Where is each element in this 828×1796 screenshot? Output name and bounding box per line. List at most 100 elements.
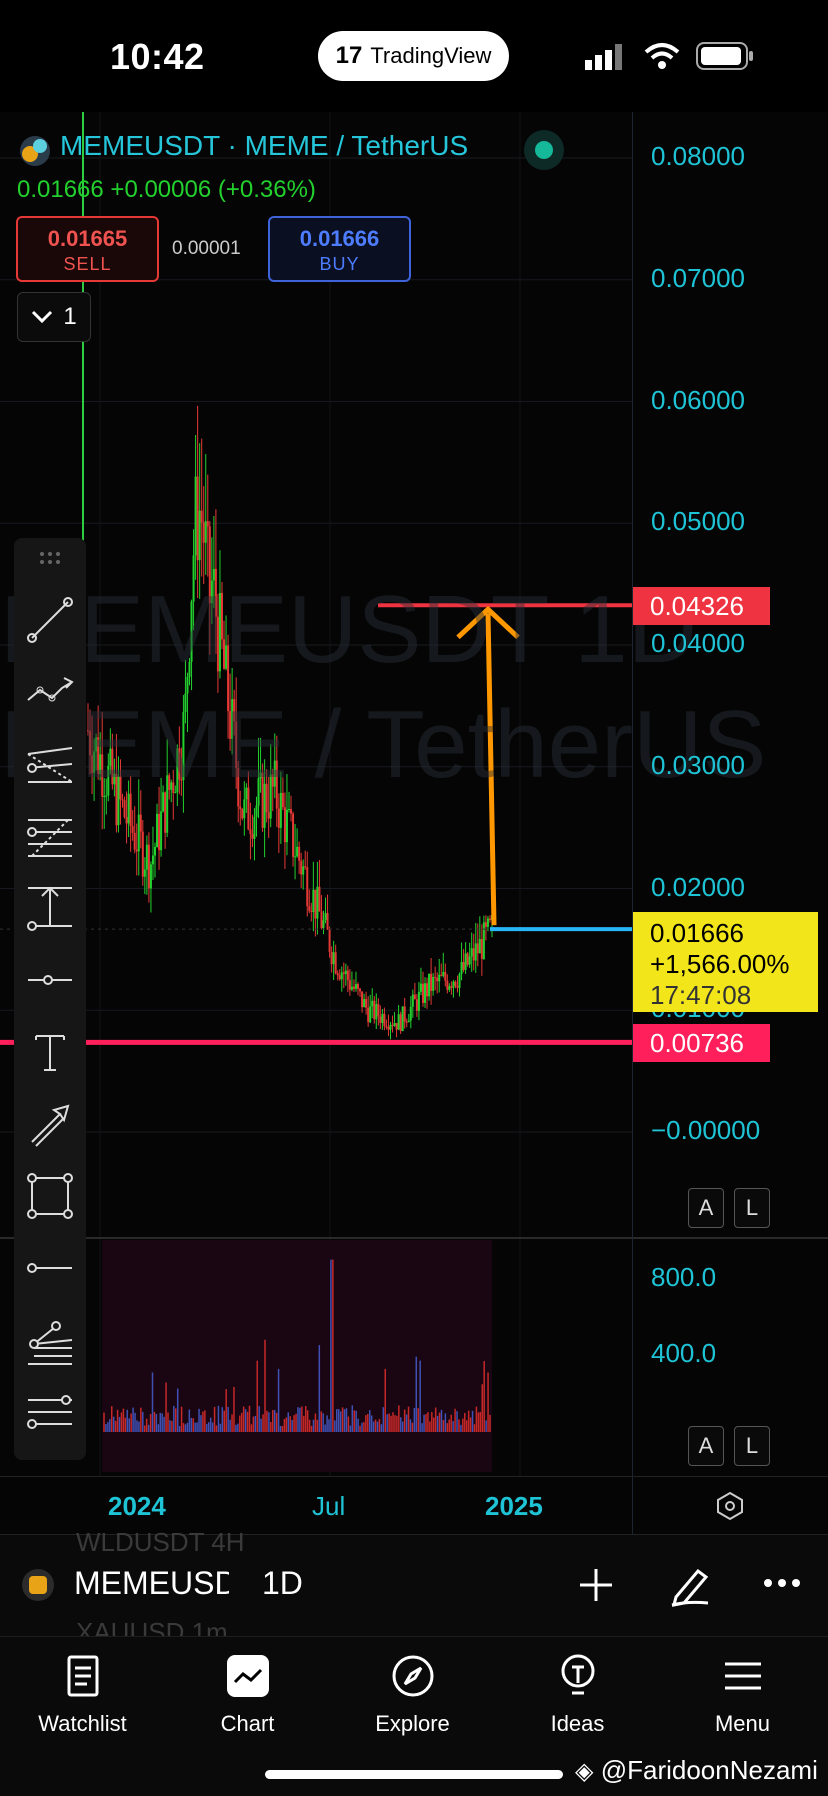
candle [472, 933, 475, 971]
cellular-signal-icon [585, 44, 625, 75]
volume-auto-scale-button[interactable]: A [688, 1426, 724, 1466]
current-symbol[interactable]: MEMEUSD [74, 1565, 229, 1602]
symbol-bar[interactable]: WLDUSDT 4H MEMEUSD 1D XAUUSD 1m [0, 1527, 828, 1647]
candle-body [326, 913, 329, 930]
candle-body [476, 943, 479, 954]
candle [407, 1013, 410, 1023]
candle [312, 861, 315, 932]
candle [424, 977, 427, 1008]
candle-body [196, 476, 199, 561]
candle [458, 972, 461, 997]
text-tool-icon[interactable] [24, 1026, 76, 1078]
candle-body [391, 1024, 394, 1026]
pitchfork-tool-icon[interactable] [24, 738, 76, 790]
candle [421, 971, 424, 1007]
candle [334, 944, 337, 975]
candle [361, 991, 364, 1013]
more-options-icon[interactable] [762, 1577, 802, 1589]
candle [324, 897, 327, 924]
candle [277, 793, 280, 853]
plus-icon[interactable] [578, 1567, 614, 1603]
price-axis[interactable] [632, 112, 828, 1534]
time-label: 2025 [485, 1491, 543, 1521]
candle [196, 405, 199, 599]
current-interval[interactable]: 1D [262, 1565, 303, 1602]
candle-body [444, 971, 447, 981]
candle [464, 942, 467, 974]
symbol-title[interactable]: MEMEUSDT · MEME / TetherUS [60, 130, 468, 162]
candle [149, 861, 152, 913]
candle-body [141, 831, 144, 877]
candle [342, 962, 345, 989]
market-status-icon[interactable] [524, 130, 564, 170]
candle-body [298, 846, 301, 861]
fib-retracement-tool-icon[interactable] [24, 810, 76, 862]
candle [373, 996, 376, 1024]
long-position-tool-icon[interactable] [24, 882, 76, 934]
tab-explore[interactable]: Explore [330, 1637, 495, 1737]
candle-body [334, 952, 337, 974]
candle-body [472, 948, 475, 961]
candle [330, 946, 333, 973]
pencil-draw-icon[interactable] [668, 1563, 712, 1607]
toolbar-drag-handle-icon[interactable] [24, 546, 76, 570]
target-price-tag: 0.04326 [633, 587, 770, 625]
settings-hexagon-icon[interactable] [715, 1491, 745, 1521]
candle [456, 975, 459, 993]
parallel-channel-tool-icon[interactable] [24, 1386, 76, 1438]
tab-ideas[interactable]: Ideas [495, 1637, 660, 1737]
candle [428, 973, 431, 1001]
log-scale-button[interactable]: L [734, 1188, 770, 1228]
candle-body [151, 855, 154, 865]
tab-menu[interactable]: Menu [660, 1637, 825, 1737]
candle [426, 977, 429, 1009]
candle [241, 808, 244, 821]
candle-body [135, 849, 138, 852]
tab-label: Menu [714, 1711, 771, 1736]
candle-body [312, 889, 315, 912]
candle [460, 942, 463, 981]
candle-body [361, 991, 364, 1008]
trend-line-tool-icon[interactable] [24, 594, 76, 646]
axis-settings-corner[interactable] [632, 1476, 828, 1535]
path-tool-icon[interactable] [24, 666, 76, 718]
candle [300, 852, 303, 889]
candle-body [304, 866, 307, 868]
candle-body [308, 906, 311, 911]
candle [438, 958, 441, 993]
candle [448, 983, 451, 992]
tab-watchlist[interactable]: Watchlist [0, 1637, 165, 1737]
volume-log-scale-button[interactable]: L [734, 1426, 770, 1466]
sell-button[interactable]: 0.01665 SELL [16, 216, 159, 282]
candle [442, 952, 445, 978]
buy-button[interactable]: 0.01666 BUY [268, 216, 411, 282]
candle-body [399, 1014, 402, 1031]
horizontal-line-tool-icon[interactable] [24, 1242, 76, 1294]
gann-fan-tool-icon[interactable] [24, 1314, 76, 1366]
candle [304, 850, 307, 870]
candle [371, 988, 374, 1019]
candle-body [200, 510, 203, 523]
price-axis-label: 0.05000 [651, 506, 745, 537]
candle-body [417, 991, 420, 1011]
candle [145, 835, 148, 895]
horizontal-ray-tool-icon[interactable] [24, 954, 76, 1006]
candle-body [292, 813, 295, 857]
candle [153, 842, 156, 878]
tradingview-pill[interactable]: 17 TradingView [318, 31, 509, 81]
candle [432, 973, 435, 996]
candle-body [147, 844, 150, 889]
candle-body [330, 951, 333, 965]
candle [452, 979, 455, 998]
tab-chart[interactable]: Chart [165, 1637, 330, 1737]
candle-body [486, 918, 489, 927]
candle-body [198, 510, 201, 561]
candle [202, 486, 205, 585]
indicators-toggle[interactable]: 1 [17, 292, 91, 342]
candle [302, 859, 305, 890]
rectangle-tool-icon[interactable] [24, 1170, 76, 1222]
candle-body [342, 972, 345, 975]
arrow-tool-icon[interactable] [24, 1098, 76, 1150]
auto-scale-button[interactable]: A [688, 1188, 724, 1228]
drawing-toolbar[interactable] [14, 538, 86, 1460]
